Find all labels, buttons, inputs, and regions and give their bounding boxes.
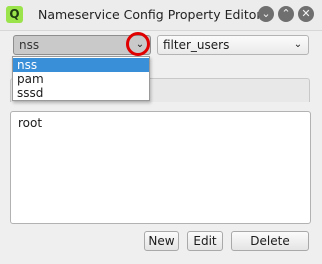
dropdown-option-pam[interactable]: pam (13, 72, 149, 86)
minimize-button[interactable]: ⌄ (258, 6, 274, 22)
close-button[interactable]: ✕ (298, 6, 314, 22)
property-combobox[interactable]: filter_users ⌄ (157, 35, 309, 55)
chevron-down-icon[interactable]: ⌄ (290, 37, 306, 53)
new-button[interactable]: New (144, 231, 179, 251)
annotation-circle (126, 32, 150, 56)
app-icon: Q (6, 6, 23, 23)
dropdown-option-nss[interactable]: nss (13, 58, 149, 72)
edit-button[interactable]: Edit (187, 231, 223, 251)
values-text: root (18, 116, 43, 130)
window-title: Nameservice Config Property Editor (38, 7, 262, 22)
dropdown-option-sssd[interactable]: sssd (13, 86, 149, 100)
service-combobox-value: nss (19, 38, 40, 52)
service-dropdown-list: nss pam sssd (12, 56, 150, 101)
delete-button[interactable]: Delete (231, 231, 309, 251)
title-bar: Q Nameservice Config Property Editor ⌄ ⌃… (0, 0, 322, 31)
values-textarea[interactable]: root (10, 111, 311, 224)
app-icon-letter: Q (9, 7, 20, 21)
property-combobox-value: filter_users (163, 38, 230, 52)
maximize-button[interactable]: ⌃ (278, 6, 294, 22)
